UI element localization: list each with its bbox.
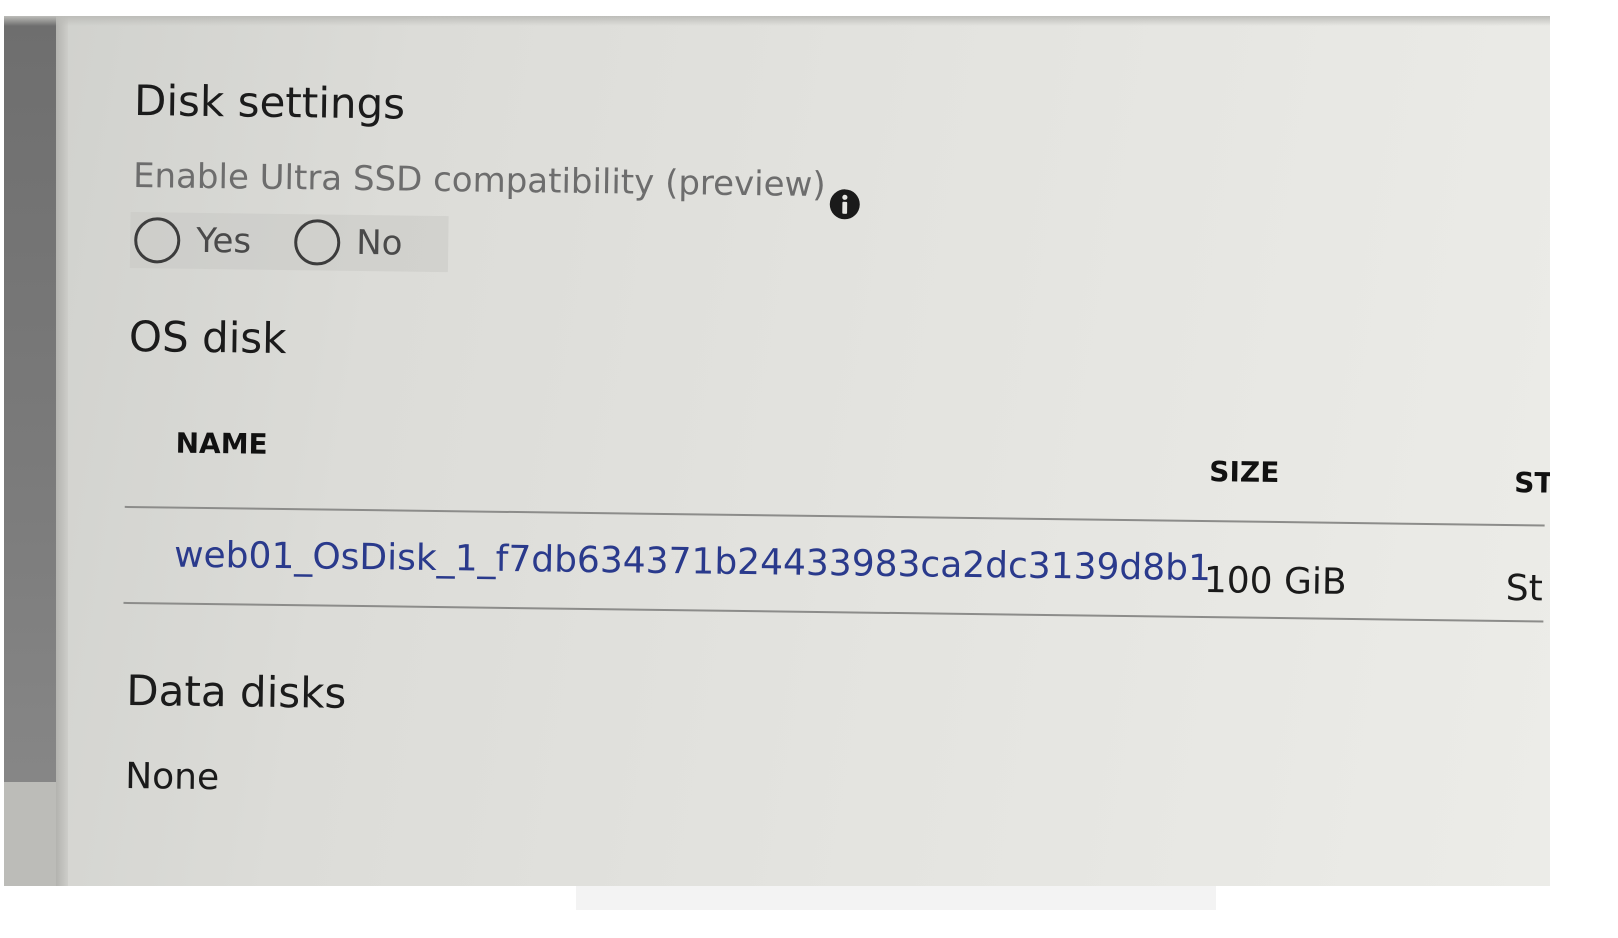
column-header-storage: ST	[1513, 466, 1550, 500]
disk-blade: Disk settings Enable Ultra SSD compatibi…	[4, 16, 1550, 886]
table-row-divider	[123, 601, 1544, 623]
radio-option-no[interactable]: No	[293, 218, 403, 267]
radio-label-yes: Yes	[195, 220, 252, 262]
radio-circle-no[interactable]	[293, 219, 341, 266]
os-disk-size: 100 GiB	[1203, 560, 1347, 603]
screen-photo: Disk settings Enable Ultra SSD compatibi…	[4, 16, 1550, 886]
os-disk-storage: St	[1505, 567, 1544, 610]
ultra-ssd-radio-group: Yes No	[129, 211, 449, 273]
radio-circle-yes[interactable]	[133, 217, 181, 264]
table-header-divider	[124, 505, 1545, 527]
bottom-strip	[576, 886, 1216, 910]
disk-settings-title: Disk settings	[133, 76, 406, 129]
data-disks-value: None	[124, 755, 220, 799]
ultra-ssd-label: Enable Ultra SSD compatibility (preview)	[132, 155, 826, 206]
os-disk-title: OS disk	[128, 311, 287, 364]
radio-label-no: No	[355, 222, 403, 264]
info-icon[interactable]	[829, 188, 861, 220]
radio-option-yes[interactable]: Yes	[133, 216, 252, 266]
data-disks-title: Data disks	[126, 665, 347, 718]
os-disk-name-link[interactable]: web01_OsDisk_1_f7db634371b24433983ca2dc3…	[174, 535, 1211, 590]
column-header-name: NAME	[175, 426, 268, 461]
column-header-size: SIZE	[1209, 455, 1280, 490]
